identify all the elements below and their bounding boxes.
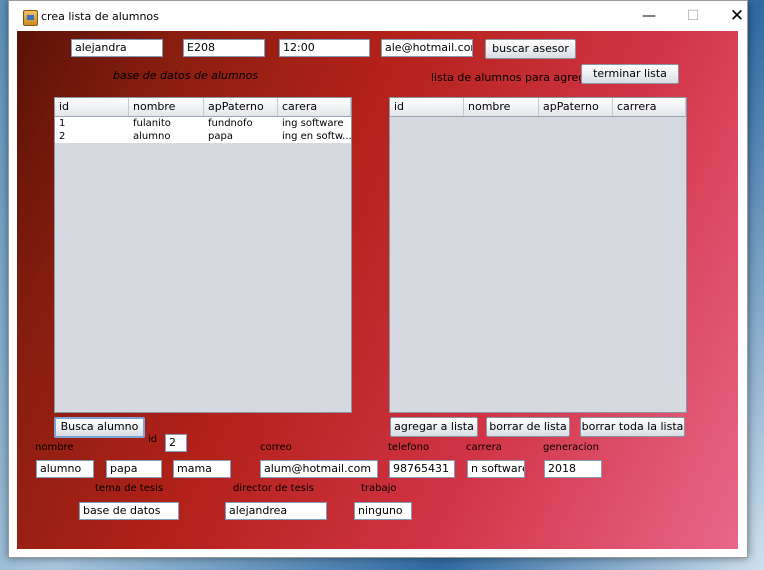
- id-field[interactable]: 2: [165, 434, 187, 452]
- cell-id: 1: [59, 118, 66, 129]
- director-label: director de tesis: [233, 483, 314, 494]
- left-panel-title: base de datos de alumnos: [113, 69, 259, 82]
- column-header[interactable]: nombre: [129, 98, 204, 116]
- director-field[interactable]: alejandrea: [225, 502, 327, 520]
- search-advisor-button[interactable]: buscar asesor: [485, 39, 576, 59]
- nombre-label: nombre: [35, 442, 74, 453]
- right-panel-title: lista de alumnos para agregar: [431, 71, 597, 84]
- cell-id: 2: [59, 131, 66, 142]
- window-title: crea lista de alumnos: [41, 10, 159, 23]
- correo-field[interactable]: alum@hotmail.com: [260, 460, 378, 478]
- cell-carrera: ing en softw...: [282, 131, 351, 142]
- column-header[interactable]: id: [55, 98, 129, 116]
- delete-all-button[interactable]: borrar toda la lista: [580, 417, 685, 437]
- search-student-button[interactable]: Busca alumno: [54, 417, 145, 438]
- table-header: id nombre apPaterno carera: [55, 98, 351, 117]
- cell-appaterno: fundnofo: [208, 118, 253, 129]
- correo-label: correo: [260, 442, 292, 453]
- carrera-label: carrera: [466, 442, 502, 453]
- cell-nombre: alumno: [133, 131, 171, 142]
- add-to-list-button[interactable]: agregar a lista: [390, 417, 478, 437]
- generacion-label: generacion: [543, 442, 599, 453]
- app-window: crea lista de alumnos — ☐ ✕ alejandra E2…: [8, 0, 748, 558]
- trabajo-field[interactable]: ninguno: [354, 502, 412, 520]
- students-to-add-table[interactable]: id nombre apPaterno carrera: [389, 97, 687, 413]
- cell-appaterno: papa: [208, 131, 233, 142]
- column-header[interactable]: carera: [278, 98, 351, 116]
- generacion-field[interactable]: 2018: [544, 460, 602, 478]
- close-button[interactable]: ✕: [715, 1, 759, 31]
- table-header: id nombre apPaterno carrera: [390, 98, 686, 117]
- java-app-icon: [23, 10, 38, 26]
- tema-field[interactable]: base de datos: [79, 502, 179, 520]
- room-field[interactable]: E208: [183, 39, 265, 57]
- time-field[interactable]: 12:00: [279, 39, 370, 57]
- maximize-button[interactable]: ☐: [671, 1, 715, 31]
- cell-nombre: fulanito: [133, 118, 171, 129]
- students-database-table[interactable]: id nombre apPaterno carera 1 fulanito fu…: [54, 97, 352, 413]
- id-label: id: [148, 434, 158, 445]
- minimize-button[interactable]: —: [627, 1, 671, 31]
- cell-carrera: ing software: [282, 118, 344, 129]
- telefono-field[interactable]: 98765431: [389, 460, 455, 478]
- ap-paterno-field[interactable]: papa: [106, 460, 162, 478]
- column-header[interactable]: id: [390, 98, 464, 116]
- trabajo-label: trabajo: [361, 483, 397, 494]
- content-panel: alejandra E208 12:00 ale@hotmail.com bus…: [17, 31, 738, 549]
- carrera-field[interactable]: n software: [467, 460, 525, 478]
- finish-list-button[interactable]: terminar lista: [581, 64, 679, 84]
- table-row[interactable]: 2 alumno papa ing en softw...: [55, 130, 351, 143]
- column-header[interactable]: apPaterno: [539, 98, 613, 116]
- nombre-field[interactable]: alumno: [36, 460, 94, 478]
- tema-label: tema de tesis: [95, 483, 164, 494]
- column-header[interactable]: apPaterno: [204, 98, 278, 116]
- email-field[interactable]: ale@hotmail.com: [381, 39, 473, 57]
- delete-from-list-button[interactable]: borrar de lista: [486, 417, 570, 437]
- telefono-label: telefono: [388, 442, 430, 453]
- advisor-name-field[interactable]: alejandra: [71, 39, 163, 57]
- title-bar[interactable]: crea lista de alumnos — ☐ ✕: [9, 1, 747, 31]
- table-row[interactable]: 1 fulanito fundnofo ing software: [55, 117, 351, 130]
- column-header[interactable]: nombre: [464, 98, 539, 116]
- column-header[interactable]: carrera: [613, 98, 686, 116]
- ap-materno-field[interactable]: mama: [173, 460, 231, 478]
